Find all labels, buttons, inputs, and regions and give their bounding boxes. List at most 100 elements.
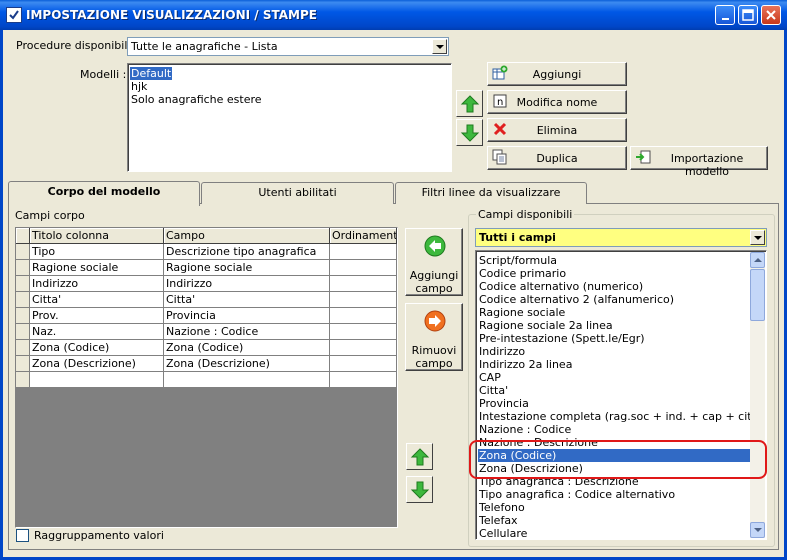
field-item[interactable]: Pre-intestazione (Spett.le/Egr) [478, 332, 752, 345]
table-cell[interactable]: Zona (Codice) [30, 340, 164, 356]
field-item[interactable]: Intestazione completa (rag.soc + ind. + … [478, 410, 752, 423]
campi-corpo-grid[interactable]: Titolo colonna Campo Ordinamento TipoDes… [15, 227, 398, 528]
field-item[interactable]: Citta' [478, 384, 752, 397]
model-move-down-button[interactable] [456, 119, 483, 146]
table-cell[interactable]: Zona (Codice) [164, 340, 330, 356]
rimuovi-campo-label: Rimuovi [411, 344, 457, 357]
field-item[interactable]: Codice alternativo 2 (alfanumerico) [478, 293, 752, 306]
table-cell[interactable]: Descrizione tipo anagrafica [164, 244, 330, 260]
procedure-select[interactable]: Tutte le anagrafiche - Lista [127, 37, 449, 56]
column-header[interactable]: Titolo colonna [30, 228, 164, 244]
field-item[interactable]: Ragione sociale 2a linea [478, 319, 752, 332]
scroll-up-icon[interactable] [750, 252, 765, 268]
field-move-down-button[interactable] [406, 476, 433, 503]
procedure-value: Tutte le anagrafiche - Lista [131, 40, 278, 53]
row-indicator[interactable] [16, 292, 30, 308]
table-cell[interactable] [164, 372, 330, 388]
chevron-down-icon[interactable] [750, 230, 765, 245]
field-item[interactable]: Ragione sociale [478, 306, 752, 319]
rimuovi-campo-button[interactable]: Rimuovi campo [405, 303, 463, 371]
table-cell[interactable] [330, 276, 397, 292]
table-cell[interactable]: Indirizzo [30, 276, 164, 292]
table-cell[interactable] [30, 372, 164, 388]
minimize-button[interactable] [715, 5, 735, 25]
table-cell[interactable]: Indirizzo [164, 276, 330, 292]
modifica-nome-button[interactable]: n Modifica nome [487, 90, 627, 114]
field-item[interactable]: Codice primario [478, 267, 752, 280]
row-indicator[interactable] [16, 372, 30, 388]
column-header[interactable]: Ordinamento [330, 228, 397, 244]
table-cell[interactable]: Ragione sociale [30, 260, 164, 276]
table-cell[interactable]: Naz. [30, 324, 164, 340]
field-item[interactable]: Nazione : Codice [478, 423, 752, 436]
scroll-thumb[interactable] [750, 269, 765, 321]
row-indicator[interactable] [16, 260, 30, 276]
row-indicator[interactable] [16, 324, 30, 340]
aggiungi-campo-button[interactable]: Aggiungi campo [405, 228, 463, 296]
table-cell[interactable]: Ragione sociale [164, 260, 330, 276]
raggruppamento-checkbox[interactable] [16, 529, 29, 542]
table-cell[interactable]: Zona (Descrizione) [30, 356, 164, 372]
table-cell[interactable] [330, 372, 397, 388]
tab-corpo-del-modello[interactable]: Corpo del modello [8, 181, 200, 206]
arrow-up-icon [460, 95, 480, 113]
close-icon [766, 10, 776, 20]
aggiungi-label: Aggiungi [532, 68, 582, 81]
row-indicator[interactable] [16, 276, 30, 292]
column-header[interactable]: Campo [164, 228, 330, 244]
table-cell[interactable] [330, 356, 397, 372]
campi-filter-select[interactable]: Tutti i campi [475, 228, 767, 247]
field-item[interactable]: Tipo anagrafica : Codice alternativo [478, 488, 752, 501]
field-item[interactable]: Telefono [478, 501, 752, 514]
aggiungi-button[interactable]: Aggiungi [487, 62, 627, 86]
field-item[interactable]: Indirizzo [478, 345, 752, 358]
table-cell[interactable]: Provincia [164, 308, 330, 324]
tab-utenti-abilitati[interactable]: Utenti abilitati [201, 182, 394, 204]
table-cell[interactable] [330, 244, 397, 260]
field-move-up-button[interactable] [406, 443, 433, 470]
field-item[interactable]: Telefax [478, 514, 752, 527]
field-item[interactable]: Script/formula [478, 254, 752, 267]
close-button[interactable] [761, 5, 781, 25]
table-cell[interactable]: Zona (Descrizione) [164, 356, 330, 372]
elimina-button[interactable]: Elimina [487, 118, 627, 142]
table-cell[interactable] [330, 340, 397, 356]
model-item-hjk[interactable]: hjk [130, 80, 148, 93]
modelli-list[interactable]: Default hjk Solo anagrafiche estere [127, 63, 452, 172]
model-item-default[interactable]: Default [130, 67, 173, 80]
model-item-solo-estere[interactable]: Solo anagrafiche estere [130, 93, 263, 106]
importazione-modello-button[interactable]: Importazione modello [630, 146, 768, 178]
campi-corpo-label: Campi corpo [15, 209, 85, 222]
table-cell[interactable] [330, 292, 397, 308]
table-cell[interactable] [330, 260, 397, 276]
row-indicator[interactable] [16, 356, 30, 372]
title-bar[interactable]: IMPOSTAZIONE VISUALIZZAZIONI / STAMPE [0, 0, 787, 30]
chevron-down-icon[interactable] [432, 39, 447, 54]
table-cell[interactable]: Nazione : Codice [164, 324, 330, 340]
row-indicator[interactable] [16, 244, 30, 260]
model-move-up-button[interactable] [456, 90, 483, 117]
duplica-label: Duplica [536, 152, 578, 165]
field-item[interactable]: Codice alternativo (numerico) [478, 280, 752, 293]
table-cell[interactable] [330, 324, 397, 340]
field-item[interactable]: Indirizzo 2a linea [478, 358, 752, 371]
duplica-button[interactable]: Duplica [487, 146, 627, 170]
table-cell[interactable]: Tipo [30, 244, 164, 260]
maximize-icon [742, 9, 754, 21]
grid-corner [16, 228, 30, 244]
field-item[interactable]: Cellulare [478, 527, 752, 540]
window-title: IMPOSTAZIONE VISUALIZZAZIONI / STAMPE [26, 8, 317, 22]
maximize-button[interactable] [738, 5, 758, 25]
table-cell[interactable]: Citta' [164, 292, 330, 308]
vertical-scrollbar[interactable] [750, 252, 765, 538]
table-cell[interactable]: Prov. [30, 308, 164, 324]
scroll-down-icon[interactable] [750, 522, 765, 538]
table-cell[interactable] [330, 308, 397, 324]
tab-filtri-linee[interactable]: Filtri linee da visualizzare [395, 182, 587, 204]
field-item[interactable]: CAP [478, 371, 752, 384]
row-indicator[interactable] [16, 340, 30, 356]
row-indicator[interactable] [16, 308, 30, 324]
field-item[interactable]: Provincia [478, 397, 752, 410]
campi-disponibili-list[interactable]: Script/formula Codice primario Codice alte… [475, 250, 767, 540]
table-cell[interactable]: Citta' [30, 292, 164, 308]
